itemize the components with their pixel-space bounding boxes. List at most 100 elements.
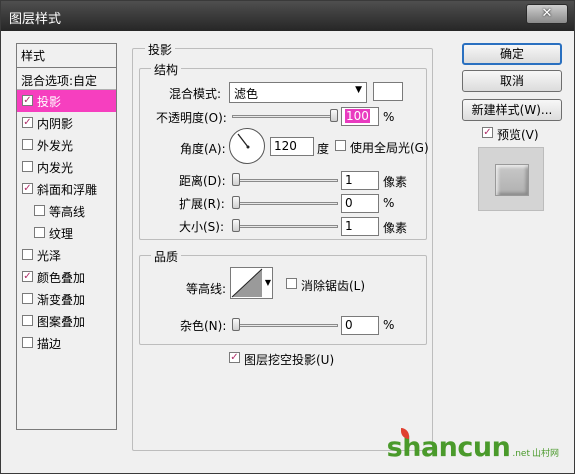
ok-button[interactable]: 确定 — [462, 43, 562, 65]
style-item-checkbox[interactable]: ✓ — [22, 117, 33, 128]
style-item-checkbox[interactable] — [34, 205, 45, 216]
style-item-label: 投影 — [37, 95, 62, 109]
blend-mode-label: 混合模式: — [169, 87, 222, 101]
drop-shadow-panel: 投影 结构 混合模式: 滤色 ▼ 不透明度(O): 100 % 角度(A): 1… — [132, 41, 433, 451]
noise-unit: % — [383, 318, 395, 332]
quality-title: 品质 — [151, 248, 182, 265]
style-item[interactable]: 等高线 — [17, 200, 116, 222]
spread-slider-thumb[interactable] — [232, 196, 240, 209]
style-item-checkbox[interactable]: ✓ — [22, 183, 33, 194]
contour-curve-icon — [231, 268, 263, 298]
style-item-checkbox[interactable] — [22, 315, 33, 326]
spread-label: 扩展(R): — [179, 197, 225, 211]
style-item[interactable]: ✓ 颜色叠加 — [17, 266, 116, 288]
style-item-label: 渐变叠加 — [37, 293, 86, 307]
quality-group: 品质 等高线: ▼ 消除锯齿(L) 杂色(N): 0 % — [139, 248, 427, 345]
noise-slider-thumb[interactable] — [232, 318, 240, 331]
spread-unit: % — [383, 196, 395, 210]
styles-list: 样式 混合选项:自定 ✓ 投影 ✓ 内阴影外发光内发光 ✓ 斜面和浮雕等高线纹理光泽 ✓ 颜色… — [16, 43, 117, 430]
opacity-slider-track — [232, 115, 338, 118]
blend-mode-select[interactable]: 滤色 ▼ — [229, 82, 367, 103]
new-style-button[interactable]: 新建样式(W)... — [462, 99, 562, 121]
style-item[interactable]: ✓ 投影 — [17, 90, 116, 112]
style-item-checkbox[interactable] — [22, 293, 33, 304]
style-item-label: 颜色叠加 — [37, 271, 86, 285]
style-item-checkbox[interactable] — [22, 249, 33, 260]
style-item-checkbox[interactable] — [22, 161, 33, 172]
noise-slider[interactable] — [232, 318, 338, 332]
style-item-label: 纹理 — [49, 227, 74, 241]
styles-list-header[interactable]: 样式 — [17, 44, 116, 68]
angle-dial-needle-icon — [237, 133, 250, 149]
distance-input[interactable]: 1 — [341, 171, 379, 190]
opacity-slider-thumb[interactable] — [330, 109, 338, 122]
angle-unit: 度 — [317, 142, 330, 156]
watermark-cn: 山村网 — [531, 449, 559, 459]
spread-slider-track — [232, 202, 338, 205]
style-item-label: 内发光 — [37, 161, 74, 175]
antialias-label: 消除锯齿(L) — [301, 279, 366, 293]
style-item-label: 图案叠加 — [37, 315, 86, 329]
knockout-checkbox[interactable]: ✓ 图层挖空投影(U) — [229, 351, 334, 368]
distance-unit: 像素 — [383, 175, 408, 189]
size-value: 1 — [345, 219, 353, 233]
close-button[interactable]: ✕ — [526, 4, 568, 24]
antialias-checkbox-box[interactable] — [286, 278, 297, 289]
contour-label: 等高线: — [186, 282, 227, 296]
shadow-color-swatch[interactable] — [373, 82, 403, 101]
spread-input[interactable]: 0 — [341, 194, 379, 213]
style-item[interactable]: 图案叠加 — [17, 310, 116, 332]
style-item-checkbox[interactable]: ✓ — [22, 95, 33, 106]
angle-dial[interactable] — [229, 128, 265, 164]
global-light-checkbox-box[interactable] — [335, 140, 346, 151]
style-item-label: 等高线 — [49, 205, 86, 219]
cancel-button[interactable]: 取消 — [462, 70, 562, 92]
spread-slider[interactable] — [232, 196, 338, 210]
global-light-checkbox[interactable]: 使用全局光(G) — [335, 139, 429, 156]
preview-checkbox[interactable]: ✓ 预览(V) — [482, 126, 539, 143]
distance-value: 1 — [345, 173, 353, 187]
size-label: 大小(S): — [179, 220, 225, 234]
style-item[interactable]: ✓ 斜面和浮雕 — [17, 178, 116, 200]
contour-dropdown-icon[interactable]: ▼ — [265, 278, 271, 287]
style-item-label: 内阴影 — [37, 117, 74, 131]
style-item-checkbox[interactable]: ✓ — [22, 271, 33, 282]
style-item[interactable]: 外发光 — [17, 134, 116, 156]
opacity-label: 不透明度(O): — [156, 111, 227, 125]
knockout-checkbox-box[interactable]: ✓ — [229, 352, 240, 363]
style-item[interactable]: 描边 — [17, 332, 116, 354]
antialias-checkbox[interactable]: 消除锯齿(L) — [286, 277, 365, 294]
size-slider[interactable] — [232, 219, 338, 233]
style-item[interactable]: 内发光 — [17, 156, 116, 178]
style-item-label: 光泽 — [37, 249, 62, 263]
preview-checkbox-box[interactable]: ✓ — [482, 127, 493, 138]
blending-options-item[interactable]: 混合选项:自定 — [17, 68, 116, 90]
style-item-checkbox[interactable] — [34, 227, 45, 238]
style-item[interactable]: ✓ 内阴影 — [17, 112, 116, 134]
opacity-slider[interactable] — [232, 109, 338, 123]
contour-picker[interactable]: ▼ — [230, 267, 273, 299]
style-items: ✓ 投影 ✓ 内阴影外发光内发光 ✓ 斜面和浮雕等高线纹理光泽 ✓ 颜色叠加渐变叠加图案叠加描… — [17, 90, 116, 354]
style-item[interactable]: 纹理 — [17, 222, 116, 244]
dialog-body: 样式 混合选项:自定 ✓ 投影 ✓ 内阴影外发光内发光 ✓ 斜面和浮雕等高线纹理光泽 ✓ 颜色… — [6, 31, 569, 469]
style-item[interactable]: 渐变叠加 — [17, 288, 116, 310]
style-item-checkbox[interactable] — [22, 139, 33, 150]
blend-mode-value: 滤色 — [234, 87, 259, 101]
size-slider-track — [232, 225, 338, 228]
distance-slider-track — [232, 179, 338, 182]
distance-slider-thumb[interactable] — [232, 173, 240, 186]
global-light-label: 使用全局光(G) — [350, 141, 429, 155]
size-input[interactable]: 1 — [341, 217, 379, 236]
angle-input[interactable]: 120 — [270, 137, 314, 156]
noise-input[interactable]: 0 — [341, 316, 379, 335]
opacity-input[interactable]: 100 — [341, 107, 379, 126]
size-unit: 像素 — [383, 221, 408, 235]
opacity-unit: % — [383, 110, 395, 124]
style-item-checkbox[interactable] — [22, 337, 33, 348]
size-slider-thumb[interactable] — [232, 219, 240, 232]
close-icon: ✕ — [541, 6, 553, 21]
distance-slider[interactable] — [232, 173, 338, 187]
noise-slider-track — [232, 324, 338, 327]
angle-value: 120 — [274, 139, 297, 153]
style-item[interactable]: 光泽 — [17, 244, 116, 266]
